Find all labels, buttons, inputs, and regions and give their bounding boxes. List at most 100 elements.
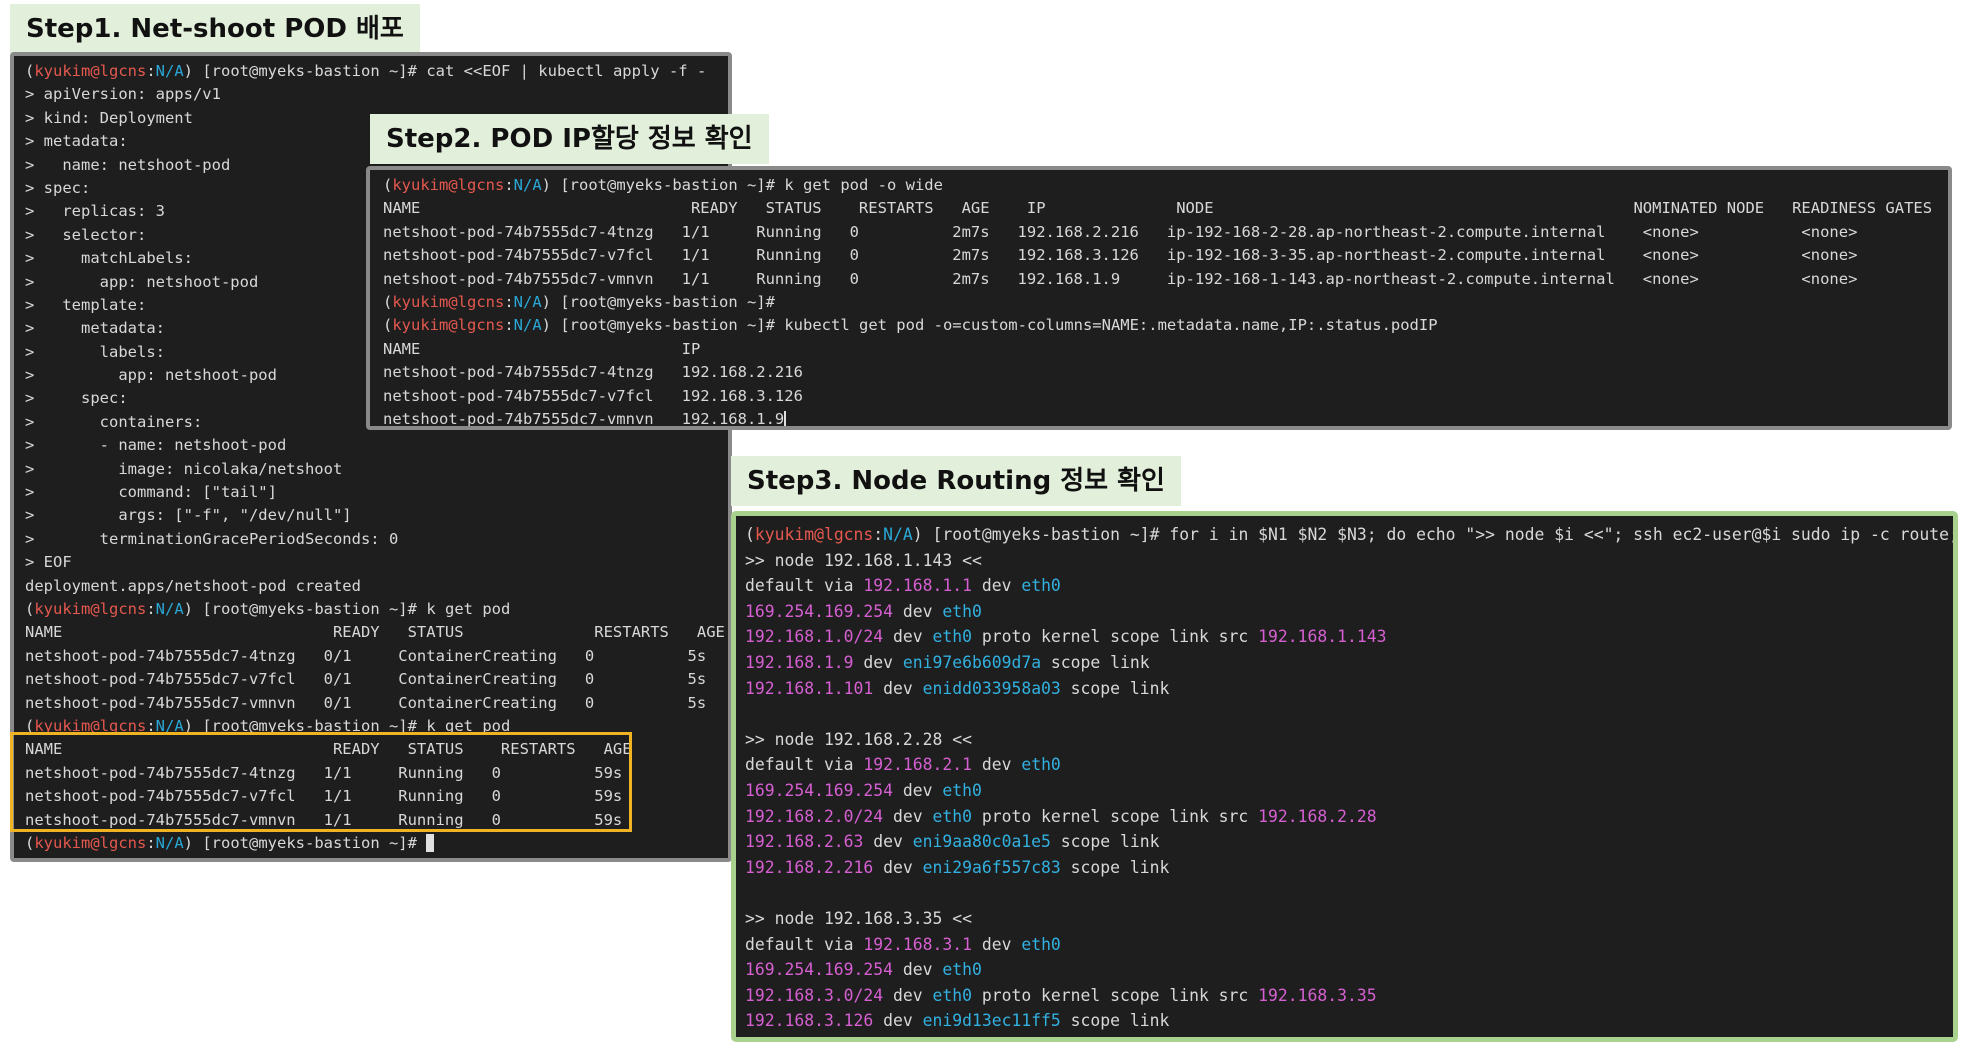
output-text: NAME IP (383, 339, 701, 358)
route-text: proto kernel scope link src (971, 985, 1259, 1005)
prompt-path: [root@myeks-bastion ~]# (932, 525, 1160, 544)
command-text: kubectl get pod -o=custom-columns=NAME:.… (784, 316, 1438, 335)
output-line: netshoot-pod-74b7555dc7-4tnzg 1/1 Runnin… (383, 221, 1948, 244)
step3-terminal[interactable]: (kyukim@lgcns:N/A) [root@myeks-bastion ~… (731, 511, 1958, 1042)
prompt-path: [root@myeks-bastion ~]# (560, 316, 775, 335)
route-line: default via 192.168.2.1 dev eth0 (745, 752, 1953, 778)
route-line: 192.168.1.9 dev eni97e6b609d7a scope lin… (745, 650, 1953, 676)
output-line: > image: nicolaka/netshoot (25, 458, 728, 481)
route-line: 192.168.1.0/24 dev eth0 proto kernel sco… (745, 624, 1953, 650)
output-line: >> node 192.168.1.143 << (745, 548, 1953, 574)
route-device: eni9d13ec11ff5 (922, 1011, 1061, 1031)
route-line: 192.168.2.0/24 dev eth0 proto kernel sco… (745, 804, 1953, 830)
output-text: netshoot-pod-74b7555dc7-v7fcl 0/1 Contai… (25, 670, 707, 689)
route-device: eth0 (942, 960, 982, 980)
prompt-context: N/A (513, 292, 542, 311)
route-text: scope link (1060, 1011, 1170, 1031)
prompt-separator: : (146, 716, 156, 735)
route-line: 192.168.3.0/24 dev eth0 proto kernel sco… (745, 983, 1953, 1009)
output-text: >> node 192.168.1.143 << (745, 550, 982, 570)
route-address: 169.254.169.254 (745, 960, 894, 980)
output-line: NAME IP (383, 338, 1948, 361)
output-text: netshoot-pod-74b7555dc7-4tnzg 192.168.2.… (383, 363, 803, 382)
output-text: netshoot-pod-74b7555dc7-4tnzg 0/1 Contai… (25, 646, 707, 665)
route-text: dev (873, 1011, 923, 1031)
step1-title: Step1. Net-shoot POD 배포 (10, 4, 420, 54)
route-text: scope link (1050, 832, 1160, 852)
output-text: > metadata: (25, 319, 165, 338)
output-line: deployment.apps/netshoot-pod created (25, 575, 728, 598)
output-line: netshoot-pod-74b7555dc7-vmnvn 1/1 Runnin… (25, 809, 728, 832)
prompt-user: kyukim@lgcns (392, 316, 505, 335)
command-text: for i in $N1 $N2 $N3; do echo ">> node $… (1169, 525, 1958, 544)
prompt-separator: : (146, 599, 156, 618)
prompt-path: [root@myeks-bastion ~]# (202, 599, 417, 618)
route-text: dev (893, 601, 943, 621)
route-device: eni29a6f557c83 (922, 857, 1061, 877)
route-text: dev (873, 857, 923, 877)
prompt-separator: : (504, 292, 514, 311)
route-line: 192.168.2.63 dev eni9aa80c0a1e5 scope li… (745, 829, 1953, 855)
output-text: netshoot-pod-74b7555dc7-v7fcl 1/1 Runnin… (25, 787, 623, 806)
route-address: 192.168.3.35 (1258, 985, 1377, 1005)
route-address: 192.168.3.126 (745, 1011, 874, 1031)
route-address: 192.168.2.63 (745, 832, 864, 852)
prompt-separator: : (504, 176, 514, 194)
output-line: NAME READY STATUS RESTARTS AGE IP NODE N… (383, 197, 1948, 220)
output-line: >> node 192.168.2.28 << (745, 727, 1953, 753)
route-address: 192.168.1.1 (863, 576, 972, 596)
prompt-separator: : (873, 525, 884, 544)
output-text: > EOF (25, 553, 72, 572)
route-text: dev (971, 576, 1022, 596)
route-text: dev (893, 780, 943, 800)
route-line: 169.254.169.254 dev eth0 (745, 599, 1953, 625)
output-text: netshoot-pod-74b7555dc7-vmnvn 0/1 Contai… (25, 693, 707, 712)
output-line: > - name: netshoot-pod (25, 434, 728, 457)
prompt-context: N/A (513, 176, 542, 194)
prompt-separator: : (504, 316, 514, 335)
route-address: 192.168.2.216 (745, 857, 874, 877)
prompt-line: (kyukim@lgcns:N/A) [root@myeks-bastion ~… (383, 176, 943, 194)
route-text: dev (971, 934, 1022, 954)
route-address: 169.254.169.254 (745, 601, 894, 621)
output-line: netshoot-pod-74b7555dc7-v7fcl 0/1 Contai… (25, 668, 728, 691)
command-text: k get pod (426, 716, 511, 735)
output-text: NAME READY STATUS RESTARTS AGE (25, 623, 725, 642)
output-text: netshoot-pod-74b7555dc7-v7fcl 192.168.3.… (383, 386, 803, 405)
route-device: eni97e6b609d7a (902, 652, 1042, 672)
route-text: dev (863, 832, 913, 852)
output-line: > terminationGracePeriodSeconds: 0 (25, 528, 728, 551)
output-text: > template: (25, 295, 147, 314)
output-text: netshoot-pod-74b7555dc7-vmnvn 1/1 Runnin… (25, 810, 623, 829)
output-text: >> node 192.168.3.35 << (745, 908, 972, 928)
step2-terminal[interactable]: (kyukim@lgcns:N/A) [root@myeks-bastion ~… (366, 166, 1952, 430)
output-text: netshoot-pod-74b7555dc7-4tnzg 1/1 Runnin… (383, 222, 1858, 241)
route-address: 192.168.1.0/24 (745, 627, 884, 647)
prompt-user: kyukim@lgcns (392, 176, 505, 194)
output-line: NAME READY STATUS RESTARTS AGE (25, 621, 728, 644)
route-address: 192.168.1.143 (1258, 627, 1387, 647)
output-line: > args: ["-f", "/dev/null"] (25, 504, 728, 527)
prompt-user: kyukim@lgcns (34, 599, 147, 618)
output-text: > name: netshoot-pod (25, 155, 231, 174)
output-text: > selector: (25, 225, 147, 244)
prompt-path: [root@myeks-bastion ~]# (202, 716, 417, 735)
output-text: > apiVersion: apps/v1 (25, 85, 221, 104)
prompt-line: (kyukim@lgcns:N/A) [root@myeks-bastion ~… (383, 292, 775, 311)
route-text: scope link (1041, 652, 1150, 672)
route-line: default via 192.168.1.1 dev eth0 (745, 573, 1953, 599)
command-text: k get pod -o wide (784, 176, 943, 194)
route-line: 192.168.1.101 dev enidd033958a03 scope l… (745, 676, 1953, 702)
output-text: deployment.apps/netshoot-pod created (25, 576, 361, 595)
command-text: cat <<EOF | kubectl apply -f - (426, 62, 707, 80)
route-address: 192.168.2.0/24 (745, 806, 884, 826)
output-line: > apiVersion: apps/v1 (25, 83, 728, 106)
output-text: NAME READY STATUS RESTARTS AGE IP NODE N… (383, 199, 1933, 218)
prompt-user: kyukim@lgcns (754, 525, 874, 544)
route-text: dev (853, 652, 903, 672)
output-text: > spec: (25, 178, 91, 197)
route-device: eni9aa80c0a1e5 (912, 832, 1051, 852)
route-text: default via (745, 755, 864, 775)
route-text: default via (745, 576, 864, 596)
